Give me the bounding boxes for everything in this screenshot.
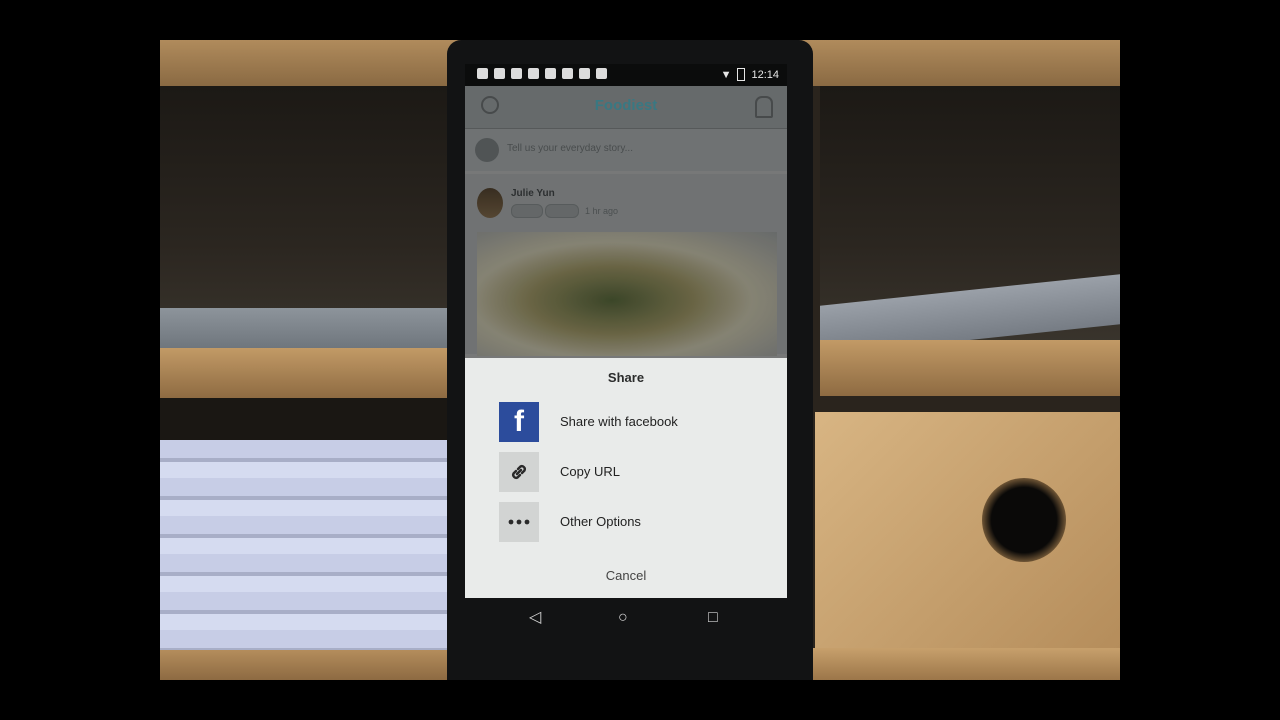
link-icon <box>499 452 539 492</box>
share-facebook-option[interactable]: f Share with facebook <box>499 402 769 442</box>
briefcase-icon <box>596 68 607 79</box>
copy-url-label: Copy URL <box>560 464 620 479</box>
dim-overlay[interactable] <box>465 86 787 358</box>
copy-url-option[interactable]: Copy URL <box>499 452 769 492</box>
share-sheet-title: Share <box>607 370 645 385</box>
clock-icon <box>545 68 556 79</box>
drawer-hole <box>982 478 1066 562</box>
shelf-mid-right <box>820 340 1120 396</box>
facebook-notification-icon <box>494 68 505 79</box>
lock-icon <box>528 68 539 79</box>
app-notification-icon <box>562 68 573 79</box>
paper-pile <box>160 440 450 650</box>
phone-screen: ▼ 12:14 Foodiest Tell us your everyday s… <box>465 64 787 598</box>
facebook-notification-icon <box>511 68 522 79</box>
other-options-label: Other Options <box>560 514 641 529</box>
status-time: 12:14 <box>751 68 779 81</box>
notification-icons <box>477 68 607 79</box>
drawer-gap <box>160 398 450 440</box>
share-sheet: Share f Share with facebook Copy URL Oth… <box>465 358 787 598</box>
other-options-option[interactable]: Other Options <box>499 502 769 542</box>
shelf-mid-left <box>160 348 450 398</box>
briefcase-icon <box>579 68 590 79</box>
wooden-drawer <box>815 412 1120 648</box>
shelf-bottom-left <box>160 650 450 680</box>
home-icon[interactable]: ○ <box>618 610 628 626</box>
back-icon[interactable]: ◁ <box>529 610 541 626</box>
paper-stack-left <box>160 308 450 348</box>
recents-icon[interactable]: □ <box>708 610 718 626</box>
share-facebook-label: Share with facebook <box>560 414 678 429</box>
facebook-notification-icon <box>477 68 488 79</box>
battery-icon <box>737 68 746 81</box>
status-bar: ▼ 12:14 <box>465 64 787 86</box>
wifi-icon: ▼ <box>720 68 732 81</box>
cancel-button[interactable]: Cancel <box>465 568 787 583</box>
facebook-icon: f <box>499 402 539 442</box>
android-nav-bar: ◁ ○ □ <box>465 598 787 640</box>
shelf-bottom-right <box>810 648 1120 680</box>
status-right: ▼ 12:14 <box>721 68 779 81</box>
more-dots-icon <box>499 502 539 542</box>
